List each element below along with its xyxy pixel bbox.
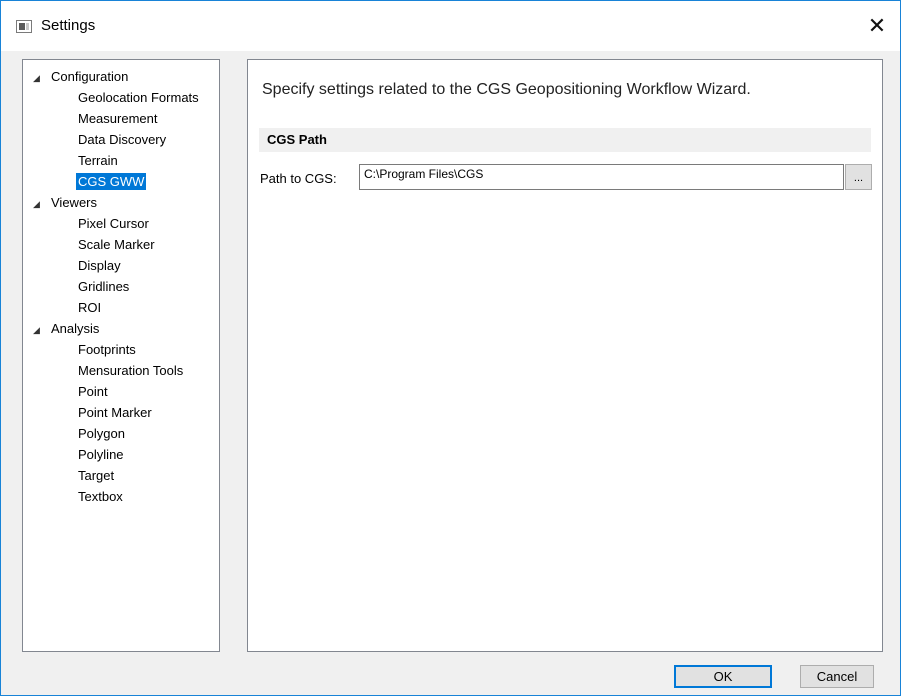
tree-item-label: Polyline: [78, 447, 124, 462]
section-header-cgs-path: CGS Path: [259, 128, 871, 152]
path-to-cgs-label: Path to CGS:: [260, 171, 337, 186]
tree-item-label: Data Discovery: [78, 132, 167, 147]
tree-item-scale-marker[interactable]: Scale Marker: [23, 234, 219, 255]
tree-item-label: Geolocation Formats: [78, 90, 199, 105]
tree-item-label: Textbox: [78, 489, 123, 504]
cancel-button[interactable]: Cancel: [800, 665, 874, 688]
tree-item-label: Footprints: [78, 342, 136, 357]
expanded-triangle-icon[interactable]: ◢: [33, 68, 51, 89]
settings-dialog: Settings ✕ ◢ Configuration Geolocation Fo…: [0, 0, 901, 696]
tree-item-point[interactable]: Point: [23, 381, 219, 402]
tree-item-label: Mensuration Tools: [78, 363, 184, 378]
tree-item-data-discovery[interactable]: Data Discovery: [23, 129, 219, 150]
tree-item-label: Display: [78, 258, 121, 273]
tree-group-configuration[interactable]: ◢ Configuration: [23, 66, 219, 87]
tree-item-cgs-gww[interactable]: CGS GWW: [23, 171, 219, 192]
browse-button[interactable]: ...: [845, 164, 872, 190]
tree-item-measurement[interactable]: Measurement: [23, 108, 219, 129]
title-bar[interactable]: Settings ✕: [1, 1, 900, 51]
app-window-icon: [16, 20, 32, 33]
expanded-triangle-icon[interactable]: ◢: [33, 194, 51, 215]
tree-item-label: Point Marker: [78, 405, 152, 420]
tree-item-target[interactable]: Target: [23, 465, 219, 486]
tree-item-polygon[interactable]: Polygon: [23, 423, 219, 444]
tree-item-label-selected: CGS GWW: [76, 173, 147, 190]
tree-item-label: Target: [78, 468, 115, 483]
tree-item-point-marker[interactable]: Point Marker: [23, 402, 219, 423]
close-icon: ✕: [867, 13, 887, 38]
tree-group-analysis[interactable]: ◢ Analysis: [23, 318, 219, 339]
tree-item-footprints[interactable]: Footprints: [23, 339, 219, 360]
tree-item-label: Scale Marker: [78, 237, 155, 252]
path-to-cgs-value: C:\Program Files\CGS: [364, 167, 484, 181]
tree-item-label: Polygon: [78, 426, 125, 441]
tree-item-mensuration-tools[interactable]: Mensuration Tools: [23, 360, 219, 381]
close-button[interactable]: ✕: [854, 1, 900, 51]
tree-item-geolocation-formats[interactable]: Geolocation Formats: [23, 87, 219, 108]
expanded-triangle-icon[interactable]: ◢: [33, 320, 51, 341]
tree-group-label: Configuration: [51, 69, 129, 84]
tree-item-terrain[interactable]: Terrain: [23, 150, 219, 171]
settings-content-panel: Specify settings related to the CGS Geop…: [247, 59, 883, 652]
tree-item-pixel-cursor[interactable]: Pixel Cursor: [23, 213, 219, 234]
tree-group-label: Analysis: [51, 321, 100, 336]
tree-item-display[interactable]: Display: [23, 255, 219, 276]
tree-item-label: Measurement: [78, 111, 158, 126]
tree-item-label: Gridlines: [78, 279, 130, 294]
tree-item-label: ROI: [78, 300, 102, 315]
tree-item-label: Point: [78, 384, 108, 399]
tree-item-gridlines[interactable]: Gridlines: [23, 276, 219, 297]
tree-group-viewers[interactable]: ◢ Viewers: [23, 192, 219, 213]
tree-item-roi[interactable]: ROI: [23, 297, 219, 318]
tree-item-polyline[interactable]: Polyline: [23, 444, 219, 465]
ok-button[interactable]: OK: [674, 665, 772, 688]
page-description: Specify settings related to the CGS Geop…: [262, 81, 751, 98]
tree-group-label: Viewers: [51, 195, 98, 210]
path-to-cgs-input[interactable]: C:\Program Files\CGS: [359, 164, 844, 190]
tree-item-label: Pixel Cursor: [78, 216, 149, 231]
tree-item-label: Terrain: [78, 153, 118, 168]
tree-item-textbox[interactable]: Textbox: [23, 486, 219, 507]
window-title: Settings: [41, 17, 96, 34]
settings-tree[interactable]: ◢ Configuration Geolocation Formats Measu…: [22, 59, 220, 652]
